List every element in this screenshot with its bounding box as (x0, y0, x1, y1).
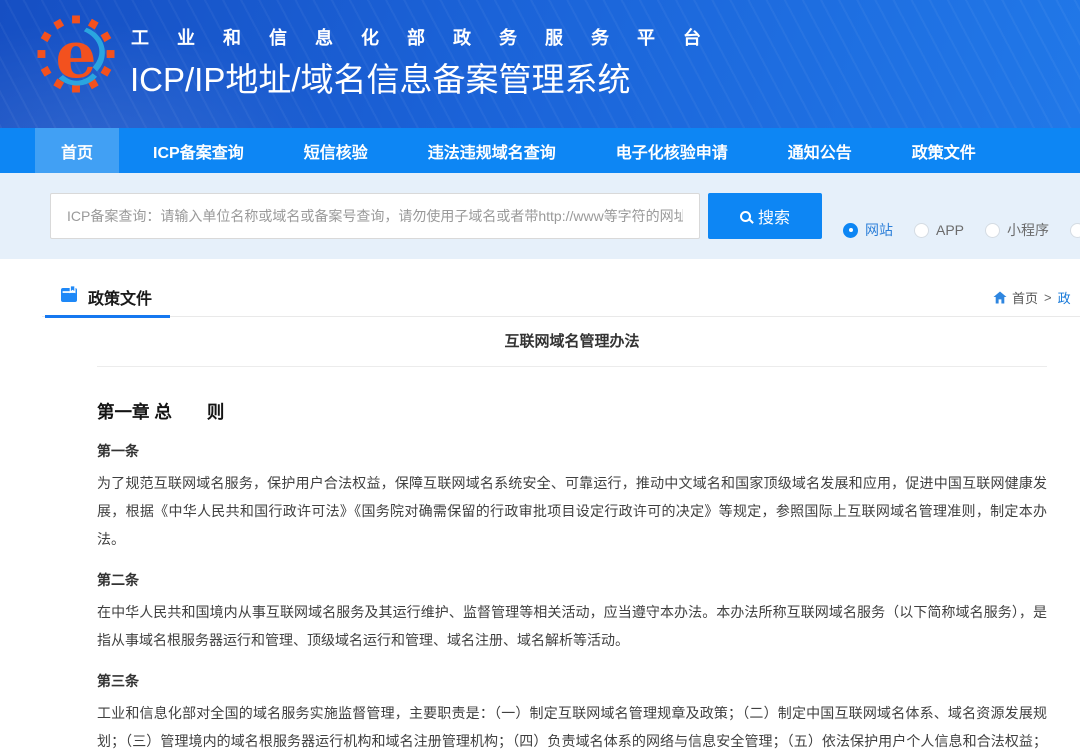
radio-miniprogram[interactable]: 小程序 (985, 220, 1049, 240)
article-label: 第二条 (97, 570, 1047, 590)
nav-item-e-verification[interactable]: 电子化核验申请 (590, 128, 754, 173)
policy-book-icon (60, 285, 78, 303)
radio-unselected-icon (985, 223, 1000, 238)
nav-item-home[interactable]: 首页 (35, 128, 119, 173)
article-text: 工业和信息化部对全国的域名服务实施监督管理，主要职责是：（一）制定互联网域名管理… (97, 699, 1047, 753)
home-icon (993, 291, 1007, 304)
main-header: e 工业和信息化部政务服务平台 ICP/IP地址/域名信息备案管理系统 (0, 0, 1080, 128)
search-input[interactable] (50, 193, 700, 239)
nav-item-notices[interactable]: 通知公告 (762, 128, 878, 173)
site-title: ICP/IP地址/域名信息备案管理系统 (130, 53, 631, 101)
platform-subtitle: 工业和信息化部政务服务平台 (131, 24, 729, 50)
radio-selected-icon (843, 223, 858, 238)
policy-document: 互联网域名管理办法 第一章 总 则 第一条 为了规范互联网域名服务，保护用户合法… (97, 330, 1047, 753)
section-title: 政策文件 (88, 285, 152, 309)
breadcrumb-separator: > (1044, 290, 1052, 305)
article-text: 在中华人民共和国境内从事互联网域名服务及其运行维护、监督管理等相关活动，应当遵守… (97, 598, 1047, 654)
chapter-heading: 第一章 总 则 (97, 399, 1047, 424)
radio-label: 网站 (865, 220, 893, 240)
breadcrumb-current: 政 (1058, 288, 1071, 307)
search-type-options: 网站 APP 小程序 快 (843, 220, 1080, 240)
breadcrumb-home-link[interactable]: 首页 (993, 288, 1038, 307)
breadcrumb: 首页 > 政 (993, 288, 1071, 307)
article-label: 第一条 (97, 441, 1047, 461)
law-article: 第二条 在中华人民共和国境内从事互联网域名服务及其运行维护、监督管理等相关活动，… (97, 570, 1047, 654)
nav-item-sms-verify[interactable]: 短信核验 (278, 128, 394, 173)
section-header: 政策文件 首页 > 政 (42, 280, 1080, 317)
document-title: 互联网域名管理办法 (97, 330, 1047, 351)
nav-item-policy-files[interactable]: 政策文件 (886, 128, 1002, 173)
main-nav: 首页 ICP备案查询 短信核验 违法违规域名查询 电子化核验申请 通知公告 政策… (0, 128, 1080, 173)
nav-item-icp-query[interactable]: ICP备案查询 (127, 128, 270, 173)
law-article: 第一条 为了规范互联网域名服务，保护用户合法权益，保障互联网域名系统安全、可靠运… (97, 441, 1047, 553)
article-label: 第三条 (97, 671, 1047, 691)
law-article: 第三条 工业和信息化部对全国的域名服务实施监督管理，主要职责是：（一）制定互联网… (97, 671, 1047, 753)
search-section: 搜索 网站 APP 小程序 快 (0, 173, 1080, 259)
breadcrumb-home-label: 首页 (1012, 288, 1038, 307)
radio-unselected-icon (1070, 223, 1080, 238)
radio-label: APP (936, 222, 964, 238)
svg-text:e: e (55, 17, 96, 93)
search-button[interactable]: 搜索 (708, 193, 822, 239)
article-text: 为了规范互联网域名服务，保护用户合法权益，保障互联网域名系统安全、可靠运行，推动… (97, 469, 1047, 553)
nav-item-illegal-domain-query[interactable]: 违法违规域名查询 (402, 128, 582, 173)
radio-label: 小程序 (1007, 220, 1049, 240)
main-content: 政策文件 首页 > 政 互联网域名管理办法 第一章 总 则 第一条 为了规范互联… (0, 259, 1080, 753)
radio-app[interactable]: APP (914, 222, 964, 238)
search-button-label: 搜索 (758, 204, 790, 228)
title-divider (97, 366, 1047, 367)
radio-website[interactable]: 网站 (843, 220, 893, 240)
radio-quickapp[interactable]: 快 (1070, 220, 1080, 240)
search-icon (740, 211, 751, 222)
radio-unselected-icon (914, 223, 929, 238)
miit-logo-icon: e (34, 12, 118, 96)
